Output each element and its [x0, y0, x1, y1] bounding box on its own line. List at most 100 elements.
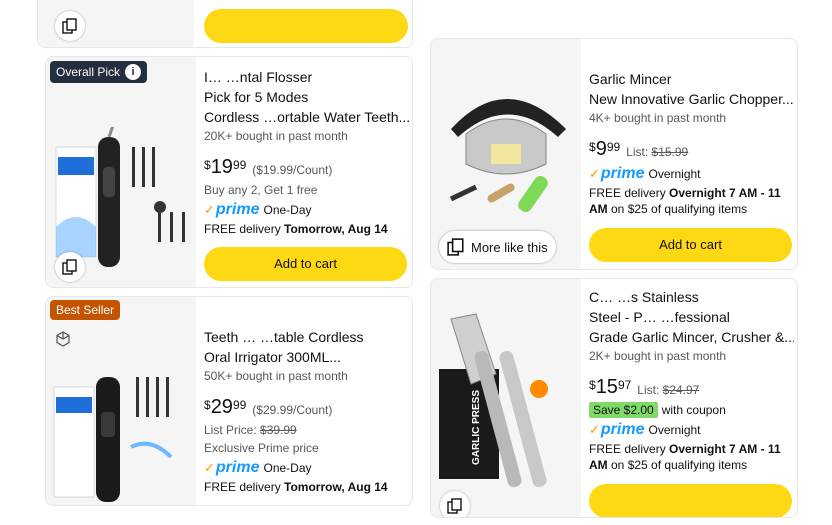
- similar-items-icon[interactable]: [55, 252, 85, 282]
- title-line-3: Grade Garlic Mincer, Crusher &...: [589, 329, 794, 345]
- prime-check-icon: ✓: [204, 202, 215, 217]
- delivery-prefix: FREE delivery: [204, 222, 285, 236]
- delivery-info: FREE delivery Tomorrow, Aug 14: [204, 479, 409, 495]
- price-currency: $: [204, 398, 211, 412]
- title-line-3: New Innovative Garlic Chopper...: [589, 91, 794, 107]
- price-fraction: 99: [232, 398, 247, 412]
- add-to-cart-button[interactable]: Add to cart: [589, 228, 792, 262]
- bought-count: 2K+ bought in past month: [589, 349, 727, 363]
- product-image-area[interactable]: Best Seller: [46, 297, 196, 505]
- price-fraction: 99: [232, 158, 247, 172]
- price-currency: $: [204, 158, 211, 172]
- delivery-date: Tomorrow, Aug 14: [284, 480, 388, 494]
- delivery-info: FREE delivery Overnight 7 AM - 11 AM on …: [589, 185, 794, 217]
- list-price-value: $24.97: [662, 383, 700, 397]
- coupon[interactable]: Save $2.00 with coupon: [589, 401, 794, 419]
- list-price-label: List Price:: [204, 423, 261, 437]
- title-line-2: Garlic Mincer: [589, 71, 672, 87]
- product-card-partial-top: [37, 0, 413, 48]
- 3d-view-icon[interactable]: [55, 331, 71, 347]
- prime-speed: Overnight: [648, 167, 701, 181]
- title-line-2: Pick for 5 Modes: [204, 89, 309, 105]
- similar-items-icon[interactable]: [55, 11, 85, 41]
- delivery-info: FREE delivery Overnight 7 AM - 11 AM on …: [589, 441, 794, 473]
- delivery-suffix: on $25 of qualifying items: [607, 458, 748, 472]
- package-label: GARLIC PRESS: [471, 390, 482, 465]
- more-like-this-button[interactable]: More like this: [439, 231, 556, 263]
- prime-logo: prime: [600, 421, 645, 438]
- price-whole: 15: [595, 376, 618, 398]
- add-to-cart-button[interactable]: Add to cart: [204, 247, 407, 281]
- product-image-area: [38, 0, 194, 47]
- delivery-date: Tomorrow, Aug 14: [284, 222, 388, 236]
- info-icon[interactable]: i: [125, 64, 142, 80]
- prime-shipping: ✓ prime Overnight: [589, 163, 794, 185]
- unit-price: ($29.99/Count): [252, 403, 333, 417]
- product-info: Teeth … …table Cordless Oral Irrigator 3…: [204, 307, 409, 495]
- product-image-area[interactable]: Overall Pick i: [46, 57, 196, 287]
- similar-items-icon: [447, 238, 465, 256]
- best-seller-badge: Best Seller: [50, 300, 121, 320]
- list-price-label: List:: [637, 383, 663, 397]
- prime-check-icon: ✓: [589, 422, 600, 437]
- add-to-cart-button-partial[interactable]: [589, 484, 792, 517]
- price-fraction: 97: [617, 378, 632, 392]
- prime-check-icon: ✓: [204, 460, 215, 475]
- delivery-info: FREE delivery Tomorrow, Aug 14: [204, 221, 409, 237]
- product-title[interactable]: Garlic Mincer New Innovative Garlic Chop…: [589, 49, 794, 109]
- product-image-area[interactable]: More like this: [431, 39, 581, 269]
- more-like-this-label: More like this: [471, 239, 548, 255]
- product-title[interactable]: Teeth … …table Cordless Oral Irrigator 3…: [204, 307, 409, 367]
- prime-speed: One-Day: [263, 203, 312, 217]
- title-line-1: [589, 49, 794, 69]
- title-line-3: Cordless …ortable Water Teeth...: [204, 109, 409, 125]
- product-card: GARLIC PRESS C… …s Stainless Steel - P… …: [430, 278, 798, 518]
- product-card: More like this Garlic Mincer New Innovat…: [430, 38, 798, 270]
- product-title[interactable]: C… …s Stainless Steel - P… …fessional Gr…: [589, 287, 794, 347]
- price-currency: $: [589, 140, 596, 154]
- product-card: Overall Pick i I… …ntal Flosser Pick for…: [45, 56, 413, 288]
- prime-speed: One-Day: [263, 461, 312, 475]
- prime-logo: prime: [215, 459, 260, 476]
- prime-logo: prime: [215, 201, 260, 218]
- product-title[interactable]: I… …ntal Flosser Pick for 5 Modes Cordle…: [204, 67, 409, 127]
- price-currency: $: [589, 378, 596, 392]
- list-price-value: $15.99: [651, 145, 689, 159]
- prime-shipping: ✓ prime Overnight: [589, 419, 794, 441]
- promo-text: Exclusive Prime price: [204, 441, 319, 455]
- badge-label: Overall Pick: [56, 65, 121, 79]
- list-price: List: $24.97: [637, 383, 699, 397]
- unit-price: ($19.99/Count): [252, 163, 333, 177]
- garlic-mincer-product-image: [449, 99, 566, 213]
- price[interactable]: $ 19 99 ($19.99/Count): [204, 155, 409, 181]
- bought-count: 4K+ bought in past month: [589, 111, 727, 125]
- prime-speed: Overnight: [648, 423, 701, 437]
- product-info: Garlic Mincer New Innovative Garlic Chop…: [589, 49, 794, 217]
- prime-shipping: ✓ prime One-Day: [204, 199, 409, 221]
- coupon-badge: Save $2.00: [589, 402, 658, 418]
- oral-irrigator-product-image: [53, 377, 173, 502]
- title-line-1: [204, 307, 409, 327]
- list-price-label: List:: [626, 145, 652, 159]
- add-to-cart-button-partial[interactable]: [204, 9, 408, 43]
- title-line-2: Teeth … …table Cordless: [204, 329, 364, 345]
- price-whole: 29: [210, 396, 233, 418]
- price[interactable]: $ 9 99 List: $15.99: [589, 137, 794, 163]
- title-line-1: I… …ntal Flosser: [204, 69, 313, 85]
- prime-check-icon: ✓: [589, 166, 600, 181]
- list-price-value: $39.99: [260, 423, 297, 437]
- delivery-suffix: on $25 of qualifying items: [607, 202, 748, 216]
- delivery-prefix: FREE delivery: [589, 186, 670, 200]
- delivery-prefix: FREE delivery: [589, 442, 670, 456]
- price[interactable]: $ 15 97 List: $24.97: [589, 375, 794, 401]
- bought-count: 50K+ bought in past month: [204, 369, 348, 383]
- list-price: List Price: $39.99: [204, 421, 409, 439]
- product-image-area[interactable]: GARLIC PRESS: [431, 279, 581, 517]
- title-line-3: Oral Irrigator 300ML...: [204, 349, 341, 365]
- title-line-2: Steel - P… …fessional: [589, 309, 730, 325]
- list-price: List: $15.99: [626, 145, 688, 159]
- similar-items-icon[interactable]: [440, 491, 470, 517]
- price[interactable]: $ 29 99 ($29.99/Count): [204, 395, 409, 421]
- delivery-prefix: FREE delivery: [204, 480, 285, 494]
- product-info: C… …s Stainless Steel - P… …fessional Gr…: [589, 287, 794, 473]
